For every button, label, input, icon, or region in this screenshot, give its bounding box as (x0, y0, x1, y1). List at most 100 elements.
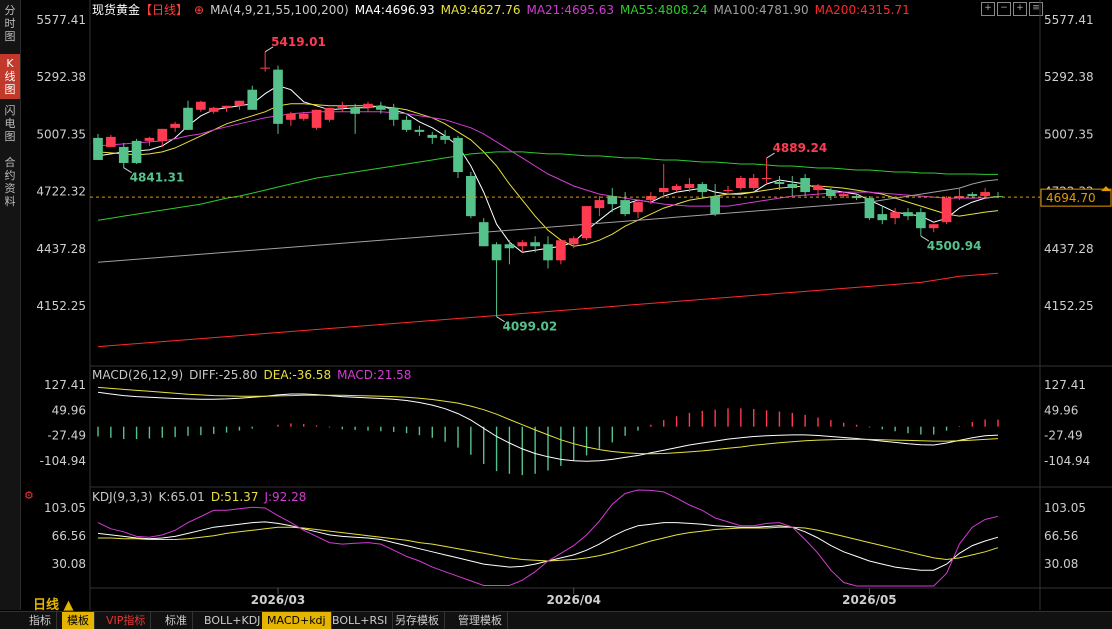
candle-body (684, 184, 695, 189)
kdj-line-k (97, 521, 999, 571)
candle-body (183, 107, 193, 130)
candle-body (131, 140, 142, 163)
candle-body (800, 178, 810, 193)
candle-body (427, 134, 438, 138)
kdj-tick-label: 30.08 (52, 557, 86, 571)
current-price-label: 4694.70 (1046, 191, 1096, 205)
macd-tick-label: -27.49 (1044, 429, 1083, 443)
candle-body (671, 186, 682, 191)
candle-body (658, 188, 669, 193)
macd-tick-label: 127.41 (44, 378, 86, 392)
candle-body (440, 135, 450, 140)
candle-body (414, 129, 425, 132)
candle-body (350, 107, 360, 114)
candle-body (723, 190, 733, 192)
kdj-tick-label: 103.05 (44, 501, 86, 515)
y-tick-label: 5007.35 (1044, 127, 1094, 141)
candle-body (298, 113, 309, 119)
tab-vip-indicator[interactable]: VIP指标 (101, 612, 152, 629)
candle-body (877, 214, 888, 221)
candle-body (594, 200, 605, 209)
candle-body (196, 101, 206, 110)
ma-line-ma200 (97, 272, 999, 348)
kdj-tick-label: 66.56 (52, 529, 86, 543)
kdj-tick-label: 66.56 (1044, 529, 1078, 543)
candle-body (568, 238, 579, 245)
candle-body (93, 137, 103, 160)
y-tick-label: 4722.32 (36, 185, 86, 199)
candle-body (376, 105, 386, 110)
kdj-tick-label: 103.05 (1044, 501, 1086, 515)
macd-tick-label: 49.96 (52, 403, 86, 417)
candle-body (543, 244, 553, 261)
candle-body (517, 242, 528, 247)
kdj-line-j (97, 489, 999, 587)
y-tick-label: 4152.25 (1044, 299, 1094, 313)
candle-body (826, 190, 836, 197)
y-tick-label: 4152.25 (36, 299, 86, 313)
candle-body (337, 105, 348, 108)
tab-standard[interactable]: 标准 (160, 612, 193, 629)
tab-indicator[interactable]: 指标 (24, 612, 57, 629)
candle-body (697, 184, 708, 193)
annotation-label: 4841.31 (130, 171, 185, 185)
candle-body (916, 212, 926, 229)
tab-manage-template[interactable]: 管理模板 (453, 612, 508, 629)
y-tick-label: 5292.38 (1044, 70, 1094, 84)
candle-body (221, 105, 232, 108)
candle-body (633, 202, 643, 213)
candle-body (453, 137, 463, 172)
x-tick-label: 2026/04 (546, 593, 600, 607)
candle-body (903, 212, 913, 217)
chart-window: 分 时 图 K 线 图 闪 电 图 合 约 资 料 现货黄金【日线】 ⊕ MA(4,… (0, 0, 1112, 629)
annotation-label: 5419.01 (271, 35, 326, 49)
y-tick-label: 5577.41 (1044, 13, 1094, 27)
candle-body (530, 242, 540, 247)
chart-canvas: 5577.41 5577.41 5292.38 5292.38 5007.35 5007.… (36, 0, 1112, 610)
candle-body (401, 119, 412, 130)
candle-body (491, 244, 502, 261)
candle-body (106, 136, 116, 147)
y-tick-label: 4437.28 (1044, 242, 1094, 256)
candle-body (980, 192, 990, 197)
candle-body (466, 176, 476, 217)
candle-body (748, 178, 759, 189)
candle-body (260, 67, 270, 69)
ma-line-ma55 (97, 151, 998, 221)
candle-body (787, 184, 798, 189)
tab-macd-kdj[interactable]: MACD+kdj (262, 612, 332, 629)
candle-body (247, 89, 258, 110)
tab-template[interactable]: 模板 (62, 612, 95, 629)
candle-body (761, 178, 772, 180)
tab-boll-kdj[interactable]: BOLL+KDJ (199, 612, 267, 629)
annotation-label: 4889.24 (773, 141, 828, 155)
candle-body (118, 146, 129, 163)
bottom-toolbar: 指标 模板 VIP指标 标准 BOLL+KDJ MACD+kdj BOLL+RS… (0, 611, 1112, 629)
tab-save-template[interactable]: 另存模板 (390, 612, 445, 629)
x-tick-label: 2026/05 (842, 593, 896, 607)
y-tick-label: 5577.41 (36, 13, 86, 27)
candle-body (388, 107, 399, 120)
kdj-tick-label: 30.08 (1044, 557, 1078, 571)
macd-tick-label: -104.94 (1044, 454, 1090, 468)
candle-body (941, 198, 952, 223)
macd-tick-label: -104.94 (40, 454, 86, 468)
y-tick-label: 5292.38 (36, 70, 86, 84)
y-tick-label: 4437.28 (36, 242, 86, 256)
candle-body (504, 244, 515, 249)
candle-body (286, 113, 296, 120)
candle-body (144, 137, 155, 141)
candle-body (581, 206, 592, 239)
tab-boll-rsi[interactable]: BOLL+RSI (327, 612, 394, 629)
annotation-label: 4500.94 (927, 239, 982, 253)
candle-body (890, 212, 900, 219)
candle-body (864, 198, 875, 219)
candle-body (710, 196, 720, 215)
candle-body (324, 107, 335, 120)
candle-body (170, 123, 180, 128)
candle-body (736, 178, 746, 189)
candle-body (620, 200, 630, 215)
candle-body (774, 182, 785, 185)
candle-body (363, 103, 373, 108)
candle-body (967, 194, 978, 197)
